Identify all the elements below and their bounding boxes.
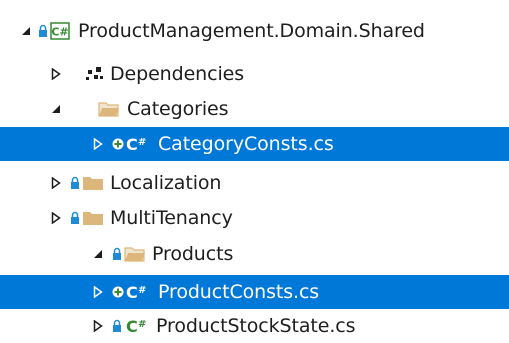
expanded-arrow-icon[interactable]	[18, 14, 34, 48]
svg-text:C: C	[126, 283, 138, 301]
tree-row-categories[interactable]: Categories	[0, 92, 509, 126]
lock-icon	[112, 247, 122, 261]
folder-icon	[82, 174, 104, 192]
tree-row-productstockstate[interactable]: C # ProductStockState.cs	[0, 309, 509, 343]
svg-text:#: #	[138, 319, 146, 330]
collapsed-arrow-icon[interactable]	[48, 166, 64, 200]
tree-item-label: Products	[152, 243, 234, 265]
tree-item-label: Categories	[127, 98, 229, 120]
tree-item-label: CategoryConsts.cs	[158, 133, 334, 155]
expanded-arrow-icon[interactable]	[48, 92, 64, 126]
tree-row-localization[interactable]: Localization	[0, 166, 509, 200]
project-label: ProductManagement.Domain.Shared	[78, 20, 425, 42]
tree-item-label: MultiTenancy	[110, 207, 233, 229]
lock-icon	[112, 319, 122, 333]
collapsed-arrow-icon[interactable]	[48, 201, 64, 235]
csharp-file-icon: C #	[126, 283, 150, 301]
lock-icon	[38, 24, 48, 38]
solution-explorer-tree: C# ProductManagement.Domain.Shared Depen…	[0, 0, 509, 339]
tree-row-dependencies[interactable]: Dependencies	[0, 57, 509, 91]
tree-item-label: ProductConsts.cs	[158, 281, 320, 303]
tree-row-products[interactable]: Products	[0, 237, 509, 271]
svg-text:C: C	[126, 317, 138, 335]
lock-icon	[70, 211, 80, 225]
tree-item-label: ProductStockState.cs	[156, 315, 356, 337]
add-icon	[112, 138, 124, 150]
collapsed-arrow-icon[interactable]	[90, 127, 106, 161]
tree-row-categoryconsts[interactable]: C # CategoryConsts.cs	[0, 127, 509, 161]
tree-item-label: Localization	[110, 172, 222, 194]
collapsed-arrow-icon[interactable]	[90, 275, 106, 309]
tree-row-project[interactable]: C# ProductManagement.Domain.Shared	[0, 14, 509, 48]
folder-open-icon	[124, 245, 146, 263]
svg-text:#: #	[138, 285, 146, 296]
collapsed-arrow-icon[interactable]	[90, 309, 106, 343]
dependencies-icon	[84, 66, 104, 82]
csharp-file-icon: C #	[126, 317, 150, 335]
csharp-file-icon: C #	[126, 135, 150, 153]
tree-row-productconsts[interactable]: C # ProductConsts.cs	[0, 275, 509, 309]
svg-text:C: C	[126, 135, 138, 153]
folder-icon	[82, 209, 104, 227]
add-icon	[112, 286, 124, 298]
collapsed-arrow-icon[interactable]	[48, 57, 64, 91]
expanded-arrow-icon[interactable]	[90, 237, 106, 271]
folder-open-icon	[98, 100, 120, 118]
tree-row-multitenancy[interactable]: MultiTenancy	[0, 201, 509, 235]
lock-icon	[70, 176, 80, 190]
svg-text:#: #	[138, 137, 146, 148]
svg-text:C#: C#	[51, 26, 68, 39]
csharp-project-icon: C#	[50, 22, 70, 40]
tree-item-label: Dependencies	[110, 63, 245, 85]
